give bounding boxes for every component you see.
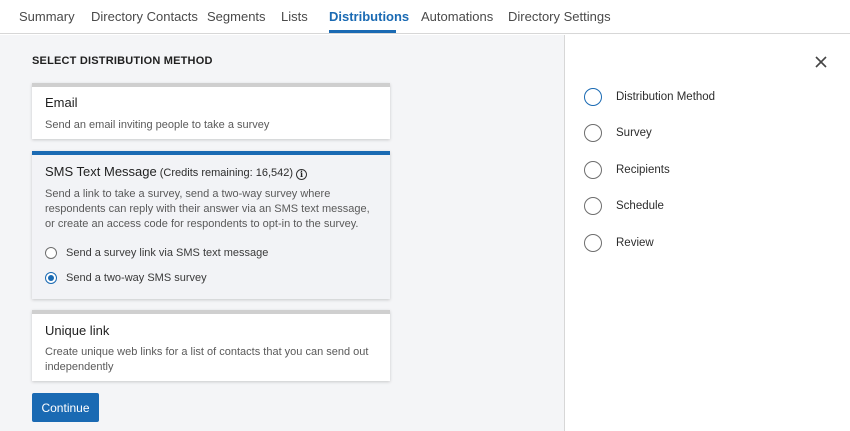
tab-automations[interactable]: Automations [421,9,493,24]
tab-lists[interactable]: Lists [281,9,308,24]
card-top-border-selected [32,151,390,155]
section-title: SELECT DISTRIBUTION METHOD [32,55,213,67]
tab-summary[interactable]: Summary [19,9,75,24]
step-label: Schedule [616,200,664,212]
step-review: Review [584,234,654,252]
unique-link-method-card[interactable]: Unique link Create unique web links for … [32,310,390,381]
sms-card-description: Send a link to take a survey, send a two… [45,188,370,230]
distribution-method-panel: SELECT DISTRIBUTION METHOD Email Send an… [0,35,564,431]
tab-directory-contacts[interactable]: Directory Contacts [91,9,198,24]
email-card-description: Send an email inviting people to take a … [45,119,270,131]
step-circle-icon [584,88,602,106]
distribution-steps-panel: Distribution Method Survey Recipients Sc… [564,35,850,431]
step-circle-icon [584,161,602,179]
card-top-border [32,310,390,314]
unique-link-card-description: Create unique web links for a list of co… [45,346,369,373]
tab-distributions[interactable]: Distributions [329,9,409,24]
card-top-border [32,83,390,87]
step-circle-icon [584,124,602,142]
email-card-title: Email [45,95,78,110]
sms-option-two-way-label: Send a two-way SMS survey [66,272,207,284]
step-label: Survey [616,127,652,139]
step-survey: Survey [584,124,652,142]
unique-link-card-title: Unique link [45,323,110,338]
tab-directory-settings[interactable]: Directory Settings [508,9,611,24]
step-circle-icon [584,234,602,252]
sms-method-card[interactable]: SMS Text Message (Credits remaining: 16,5… [32,151,390,299]
step-circle-icon [584,197,602,215]
sms-card-title: SMS Text Message [45,164,157,179]
step-recipients: Recipients [584,161,670,179]
sms-option-survey-link[interactable]: Send a survey link via SMS text message [45,247,268,259]
sms-option-survey-link-label: Send a survey link via SMS text message [66,247,269,259]
tab-segments[interactable]: Segments [207,9,266,24]
step-distribution-method: Distribution Method [584,88,715,106]
radio-button-checked[interactable] [45,272,57,284]
directory-tab-bar: Summary Directory Contacts Segments List… [0,0,850,34]
step-schedule: Schedule [584,197,664,215]
sms-credits-remaining: (Credits remaining: 16,542) [159,167,294,179]
info-icon[interactable]: i [296,169,308,180]
step-label: Review [616,237,654,249]
close-icon[interactable] [814,55,828,69]
sms-option-two-way[interactable]: Send a two-way SMS survey [45,272,207,284]
step-label: Distribution Method [616,91,716,103]
active-tab-indicator [329,30,396,33]
step-label: Recipients [616,164,670,176]
continue-button[interactable]: Continue [32,393,99,422]
radio-button[interactable] [45,247,57,259]
sms-card-title-row: SMS Text Message (Credits remaining: 16,5… [45,164,308,180]
email-method-card[interactable]: Email Send an email inviting people to t… [32,83,390,139]
